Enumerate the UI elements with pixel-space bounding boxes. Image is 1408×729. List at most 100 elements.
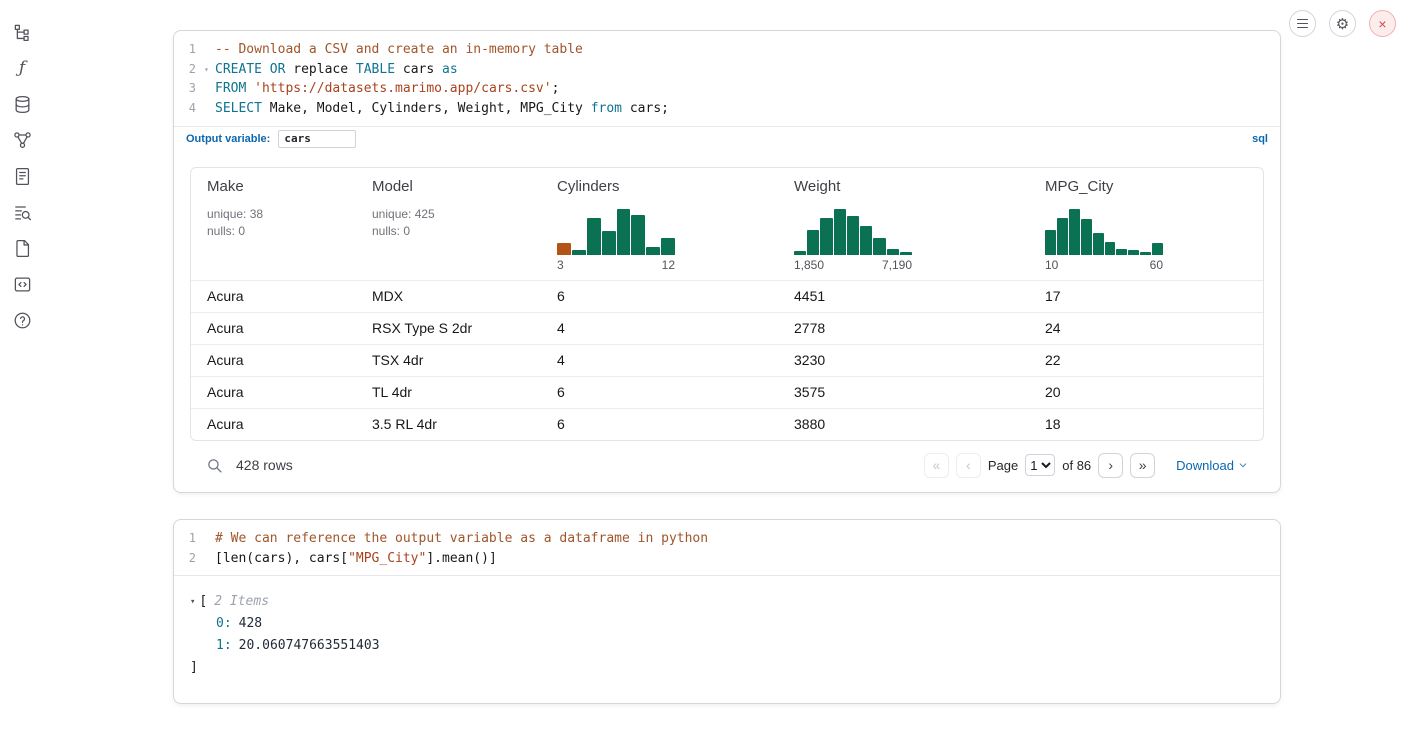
python-cell: 1 # We can reference the output variable…: [173, 519, 1281, 704]
table-cell: TSX 4dr: [356, 344, 541, 376]
file-explorer-tree-icon[interactable]: [10, 20, 34, 44]
close-bracket: ]: [190, 657, 198, 679]
tree-collapse-chevron-icon[interactable]: ▾: [190, 591, 195, 613]
top-right-controls: ⚙ ×: [1289, 10, 1396, 37]
hist-max-label: 12: [662, 258, 675, 272]
line-number: 3: [174, 79, 204, 99]
table-row[interactable]: Acura3.5 RL 4dr6388018: [191, 408, 1264, 440]
first-page-button[interactable]: «: [924, 453, 949, 478]
dependency-graph-icon[interactable]: [10, 128, 34, 152]
table-cell: TL 4dr: [356, 376, 541, 408]
close-icon[interactable]: ×: [1369, 10, 1396, 37]
histogram-bar[interactable]: [1057, 218, 1068, 255]
histogram-bar[interactable]: [646, 247, 660, 255]
table-cell: MDX: [356, 280, 541, 312]
histogram-bar[interactable]: [1105, 242, 1116, 255]
histogram-bar[interactable]: [794, 251, 806, 255]
histogram-bar[interactable]: [587, 218, 601, 255]
last-page-button[interactable]: »: [1130, 453, 1155, 478]
table-footer: 428 rows « ‹ Page 1 of 86 › » Download: [190, 441, 1264, 492]
histogram-bar[interactable]: [1152, 243, 1163, 255]
table-cell: Acura: [191, 376, 356, 408]
histogram-bar[interactable]: [860, 226, 872, 255]
histogram-bar[interactable]: [631, 215, 645, 255]
next-page-button[interactable]: ›: [1098, 453, 1123, 478]
table-cell: 22: [1029, 344, 1264, 376]
histogram-bar[interactable]: [900, 252, 912, 255]
hist-min-label: 3: [557, 258, 564, 272]
page-select[interactable]: 1: [1025, 454, 1055, 476]
line-number: 1: [174, 529, 204, 549]
histogram-bar[interactable]: [1128, 250, 1139, 255]
output-variable-label: Output variable:: [186, 133, 270, 145]
table-cell: 6: [541, 408, 778, 440]
page-total-label: of 86: [1062, 458, 1091, 473]
histogram-bar[interactable]: [887, 249, 899, 255]
histogram-bar[interactable]: [1045, 230, 1056, 255]
histogram-bar[interactable]: [873, 238, 885, 255]
column-unique-stat: unique: 38: [207, 206, 340, 223]
histogram-bar[interactable]: [602, 231, 616, 255]
histogram-bar[interactable]: [661, 238, 675, 255]
histogram-bar[interactable]: [1140, 252, 1151, 255]
code-line: 2 ▾ CREATE OR replace TABLE cars as: [174, 60, 1280, 80]
prev-page-button[interactable]: ‹: [956, 453, 981, 478]
table-row[interactable]: AcuraTL 4dr6357520: [191, 376, 1264, 408]
snippets-code-icon[interactable]: [10, 272, 34, 296]
histogram-bar[interactable]: [807, 230, 819, 255]
column-header-weight[interactable]: Weight 1,850 7,190: [778, 168, 1029, 281]
table-row[interactable]: AcuraRSX Type S 2dr4277824: [191, 312, 1264, 344]
column-header-cylinders[interactable]: Cylinders 3 12: [541, 168, 778, 281]
histogram-bar[interactable]: [572, 250, 586, 255]
output-variable-input[interactable]: [278, 130, 356, 148]
menu-icon[interactable]: [1289, 10, 1316, 37]
table-cell: Acura: [191, 408, 356, 440]
histogram-bar[interactable]: [1116, 249, 1127, 255]
fold-chevron-icon[interactable]: ▾: [204, 60, 215, 80]
python-code-editor[interactable]: 1 # We can reference the output variable…: [174, 520, 1280, 575]
tree-entry-key: 1:: [216, 635, 232, 657]
table-cell: 6: [541, 376, 778, 408]
datasources-database-icon[interactable]: [10, 92, 34, 116]
download-button[interactable]: Download: [1176, 458, 1248, 473]
hist-min-label: 10: [1045, 258, 1058, 272]
documentation-icon[interactable]: [10, 236, 34, 260]
cylinders-histogram: [557, 207, 675, 255]
tree-entry-value: 428: [239, 613, 262, 635]
histogram-bar[interactable]: [617, 209, 631, 255]
column-header-mpg-city[interactable]: MPG_City 10 60: [1029, 168, 1264, 281]
histogram-bar[interactable]: [1069, 209, 1080, 255]
language-badge[interactable]: sql: [1252, 133, 1268, 145]
column-header-model[interactable]: Model unique: 425 nulls: 0: [356, 168, 541, 281]
sql-code-editor[interactable]: 1 -- Download a CSV and create an in-mem…: [174, 31, 1280, 126]
hist-min-label: 1,850: [794, 258, 824, 272]
histogram-bar[interactable]: [1093, 233, 1104, 255]
table-row[interactable]: AcuraMDX6445117: [191, 280, 1264, 312]
column-nulls-stat: nulls: 0: [372, 223, 525, 240]
tree-entry: 0: 428: [190, 613, 1264, 635]
tree-entry-key: 0:: [216, 613, 232, 635]
data-table: Make unique: 38 nulls: 0 Model unique: 4…: [190, 167, 1264, 441]
sql-cell: 1 -- Download a CSV and create an in-mem…: [173, 30, 1281, 493]
histogram-bar[interactable]: [1081, 219, 1092, 255]
settings-gear-icon[interactable]: ⚙: [1329, 10, 1356, 37]
scratchpad-icon[interactable]: [10, 164, 34, 188]
histogram-bar[interactable]: [820, 218, 832, 255]
page-label: Page: [988, 458, 1018, 473]
table-cell: Acura: [191, 280, 356, 312]
search-icon[interactable]: [206, 457, 223, 474]
histogram-bar[interactable]: [834, 209, 846, 255]
tree-root-row: ▾ [ 2 Items: [190, 591, 1264, 613]
logs-search-icon[interactable]: [10, 200, 34, 224]
functions-icon[interactable]: ƒ: [10, 56, 34, 80]
code-line: 4 SELECT Make, Model, Cylinders, Weight,…: [174, 99, 1280, 119]
table-row[interactable]: AcuraTSX 4dr4323022: [191, 344, 1264, 376]
histogram-bar[interactable]: [557, 243, 571, 255]
column-header-make[interactable]: Make unique: 38 nulls: 0: [191, 168, 356, 281]
table-cell: 17: [1029, 280, 1264, 312]
mpg-city-histogram: [1045, 207, 1163, 255]
histogram-bar[interactable]: [847, 216, 859, 255]
help-chat-icon[interactable]: [10, 308, 34, 332]
table-cell: 2778: [778, 312, 1029, 344]
code-line: 3 FROM 'https://datasets.marimo.app/cars…: [174, 79, 1280, 99]
